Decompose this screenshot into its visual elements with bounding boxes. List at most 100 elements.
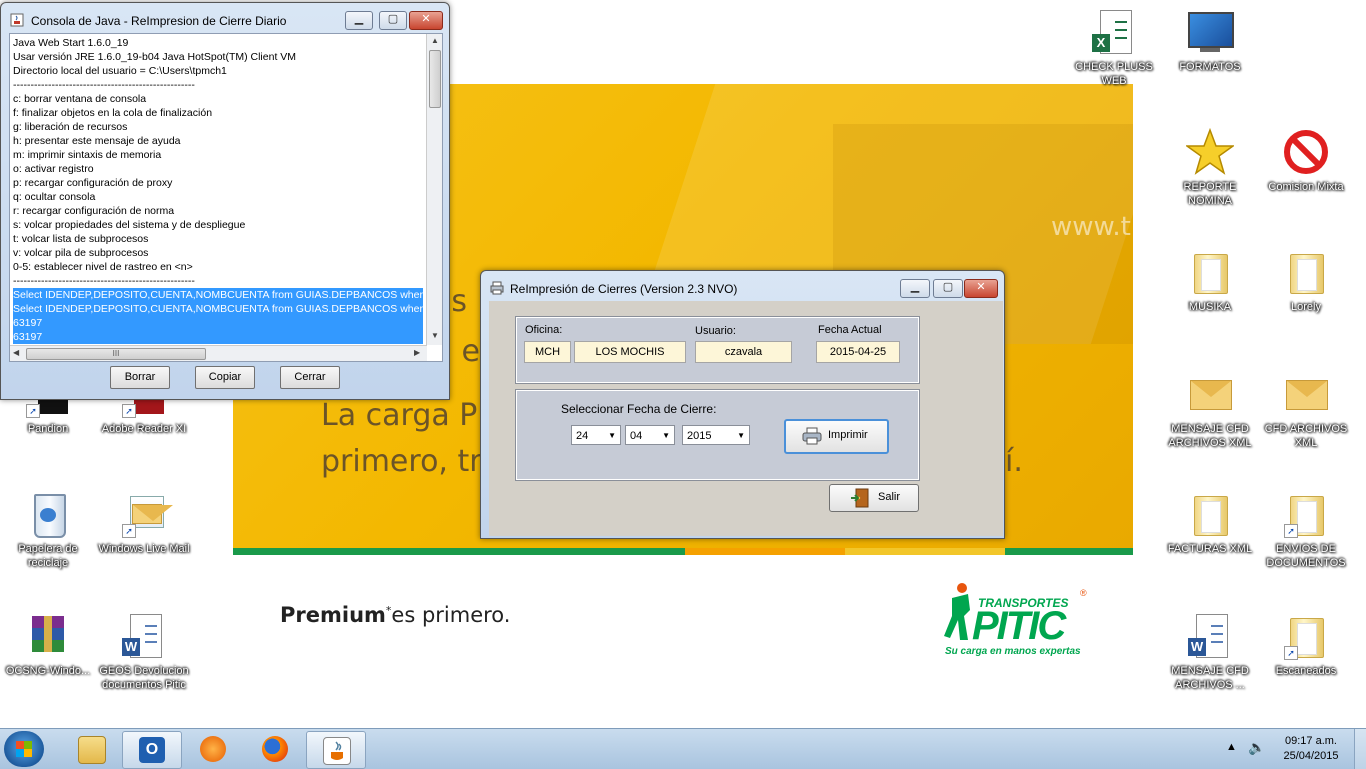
word-document-icon: W [120,612,168,660]
minimize-button[interactable]: ▁ [345,11,373,30]
media-player-icon [200,736,226,762]
desktop-icon-escaneados[interactable]: ➚ Escaneados [1258,612,1354,678]
oficina-name-field: LOS MOCHIS [574,341,686,363]
month-value: 04 [630,430,643,442]
salir-button[interactable]: Salir [829,484,919,512]
close-console-button[interactable]: Cerrar [280,366,340,389]
taskbar: O ▲ 🔈 09:17 a.m. 25/04/2015 [0,728,1366,769]
copy-button[interactable]: Copiar [195,366,255,389]
scroll-down-icon[interactable]: ▼ [431,331,439,340]
taskbar-java[interactable] [306,731,366,769]
console-log[interactable]: Java Web Start 1.6.0_19 Usar versión JRE … [13,36,423,345]
scroll-right-icon[interactable]: ▶ [414,348,420,357]
horizontal-scroll-thumb[interactable]: III [26,348,206,360]
console-line: s: volcar propiedades del sistema y de d… [13,219,246,231]
desktop-icon-facturas-xml[interactable]: FACTURAS XML [1162,490,1258,556]
scroll-up-icon[interactable]: ▲ [431,36,439,45]
console-line: p: recargar configuración de proxy [13,177,173,189]
console-line: t: volcar lista de subprocesos [13,233,149,245]
console-selected-line: 63197 [13,330,423,344]
premium-slogan: Premium*es primero. [280,603,510,627]
winrar-icon [24,612,72,660]
console-line: c: borrar ventana de consola [13,93,147,105]
desktop-icon-formatos[interactable]: FORMATOS [1162,8,1258,74]
horizontal-scrollbar[interactable]: ◀ III ▶ [10,345,427,361]
desktop-icon-geos-devolucion[interactable]: W GEOS Devolucion documentos Pitic [96,612,192,692]
desktop-icon-mensaje-cfd-archivos-2[interactable]: W MENSAJE CFD ARCHIVOS ... [1162,612,1258,692]
banner-stripe-yellow [845,548,1005,555]
chevron-down-icon: ▼ [608,431,616,440]
banner-text-line1: La carga P [321,398,478,433]
vertical-scrollbar[interactable]: ▲ ▼ [426,34,442,345]
close-button[interactable]: ✕ [964,279,998,298]
desktop-icon-musika[interactable]: MUSIKA [1162,248,1258,314]
console-line: v: volcar pila de subprocesos [13,247,149,259]
desktop-icon-lorely[interactable]: Lorely [1258,248,1354,314]
desktop-icon-reporte-nomina[interactable]: REPORTE NOMINA [1162,127,1258,208]
taskbar-media-player[interactable] [184,731,242,767]
java-icon [323,737,351,765]
outlook-icon: O [139,737,165,763]
taskbar-firefox[interactable] [246,731,304,767]
console-selected-line: Select IDENDEP,DEPOSITO,CUENTA,NOMBCUENT… [13,288,423,302]
folder-icon [1282,248,1330,296]
folder-icon [1186,490,1234,538]
month-select[interactable]: 04 ▼ [625,425,675,445]
excel-icon: X [1090,8,1138,56]
desktop-icon-comision-mixta[interactable]: Comision Mixta [1258,128,1354,194]
logo-registered: ® [1080,588,1087,598]
desktop-icon-cfd-archivos-xml[interactable]: CFD ARCHIVOS XML [1258,370,1354,450]
exit-door-icon [851,488,869,508]
desktop-icon-mensaje-cfd-archivos-xml[interactable]: MENSAJE CFD ARCHIVOS XML [1162,370,1258,450]
desktop-icon-recycle-bin[interactable]: Papelera de reciclaje [0,490,96,570]
desktop-icon-ocsng[interactable]: OCSNG-Windo... [0,612,96,678]
day-select[interactable]: 24 ▼ [571,425,621,445]
show-hidden-icons[interactable]: ▲ [1226,741,1237,753]
reimpresion-title: ReImpresión de Cierres (Version 2.3 NVO) [510,282,738,296]
scroll-left-icon[interactable]: ◀ [13,348,19,357]
console-output-pane[interactable]: Java Web Start 1.6.0_19 Usar versión JRE … [9,33,443,362]
close-button[interactable]: ✕ [409,11,443,30]
vertical-scroll-thumb[interactable] [429,50,441,108]
banner-url-text: www.tr [1051,212,1133,242]
clock-date: 25/04/2015 [1283,750,1339,762]
pitic-logo: TRANSPORTES ® PITIC Su carga en manos ex… [942,576,1102,664]
printer-icon [490,281,504,295]
console-line: f: finalizar objetos en la cola de final… [13,107,213,119]
folder-shortcut-icon: ➚ [1282,612,1330,660]
imprimir-button[interactable]: Imprimir [784,419,889,454]
taskbar-explorer[interactable] [62,731,120,767]
folder-icon [1186,248,1234,296]
volume-icon[interactable]: 🔈 [1248,739,1265,756]
logo-main-text: PITIC [972,604,1066,648]
banner-stripe-green-2 [1005,548,1133,555]
desktop-icon-windows-live-mail[interactable]: ➚ Windows Live Mail [96,490,192,556]
chevron-down-icon: ▼ [737,431,745,440]
maximize-button[interactable]: ▢ [933,279,963,298]
desktop-icon-check-pluss-web[interactable]: X CHECK PLUSS WEB [1066,8,1162,88]
console-line: r: recargar configuración de norma [13,205,175,217]
maximize-button[interactable]: ▢ [379,11,407,30]
no-entry-icon [1282,128,1330,176]
console-line: g: liberación de recursos [13,121,128,133]
banner-text-line2: primero, tr [321,444,482,479]
show-desktop-button[interactable] [1354,729,1366,769]
envelope-icon [1186,370,1234,418]
windows-logo-icon [16,741,32,757]
console-selected-line: 63197 [13,316,423,330]
reimpresion-window[interactable]: ReImpresión de Cierres (Version 2.3 NVO)… [480,270,1005,539]
start-button[interactable] [4,731,44,767]
seleccionar-fecha-label: Seleccionar Fecha de Cierre: [561,402,717,416]
recycle-bin-icon [24,490,72,538]
clock-time: 09:17 a.m. [1285,735,1337,747]
desktop-icon-envios-de-documentos[interactable]: ➚ ENVIOS DE DOCUMENTOS [1258,490,1354,570]
word-document-icon: W [1186,612,1234,660]
clear-button[interactable]: Borrar [110,366,170,389]
year-select[interactable]: 2015 ▼ [682,425,750,445]
console-title: Consola de Java - ReImpresion de Cierre … [31,14,287,28]
clock[interactable]: 09:17 a.m. 25/04/2015 [1276,734,1346,764]
taskbar-outlook[interactable]: O [122,731,182,769]
runner-figure-icon [944,583,970,640]
minimize-button[interactable]: ▁ [900,279,930,298]
java-console-window[interactable]: Consola de Java - ReImpresion de Cierre … [0,2,450,400]
